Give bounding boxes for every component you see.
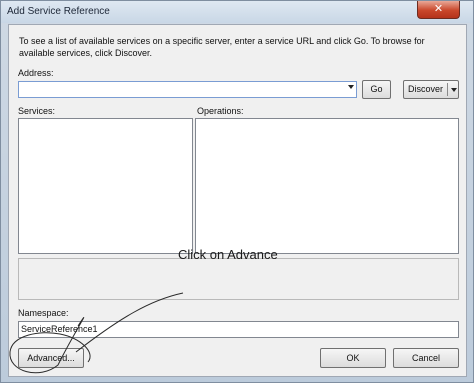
status-panel [18,258,459,300]
address-label: Address: [18,68,54,78]
go-button[interactable]: Go [362,80,391,99]
operations-list[interactable] [195,118,459,254]
operations-label: Operations: [197,106,244,116]
ok-button[interactable]: OK [320,348,386,368]
chevron-down-icon[interactable] [348,85,354,89]
window-title: Add Service Reference [7,6,110,17]
advanced-button[interactable]: Advanced... [18,348,84,368]
namespace-value: ServiceReference1 [21,324,98,334]
add-service-reference-window: Add Service Reference ✕ To see a list of… [0,0,474,383]
title-bar[interactable]: Add Service Reference ✕ [1,1,473,23]
close-button[interactable]: ✕ [417,1,460,19]
address-input[interactable] [18,81,357,98]
services-list[interactable] [18,118,193,254]
chevron-down-icon[interactable] [451,88,457,92]
discover-label: Discover [408,84,444,94]
discover-separator [447,83,448,96]
services-label: Services: [18,106,56,116]
annotation-text: Click on Advance [178,247,278,262]
discover-button[interactable]: Discover [403,80,459,99]
namespace-label: Namespace: [18,308,69,318]
description-text: To see a list of available services on a… [19,36,425,58]
cancel-button[interactable]: Cancel [393,348,459,368]
dialog-body: To see a list of available services on a… [8,24,467,377]
close-icon: ✕ [433,3,444,15]
namespace-input[interactable]: ServiceReference1 [18,321,459,338]
